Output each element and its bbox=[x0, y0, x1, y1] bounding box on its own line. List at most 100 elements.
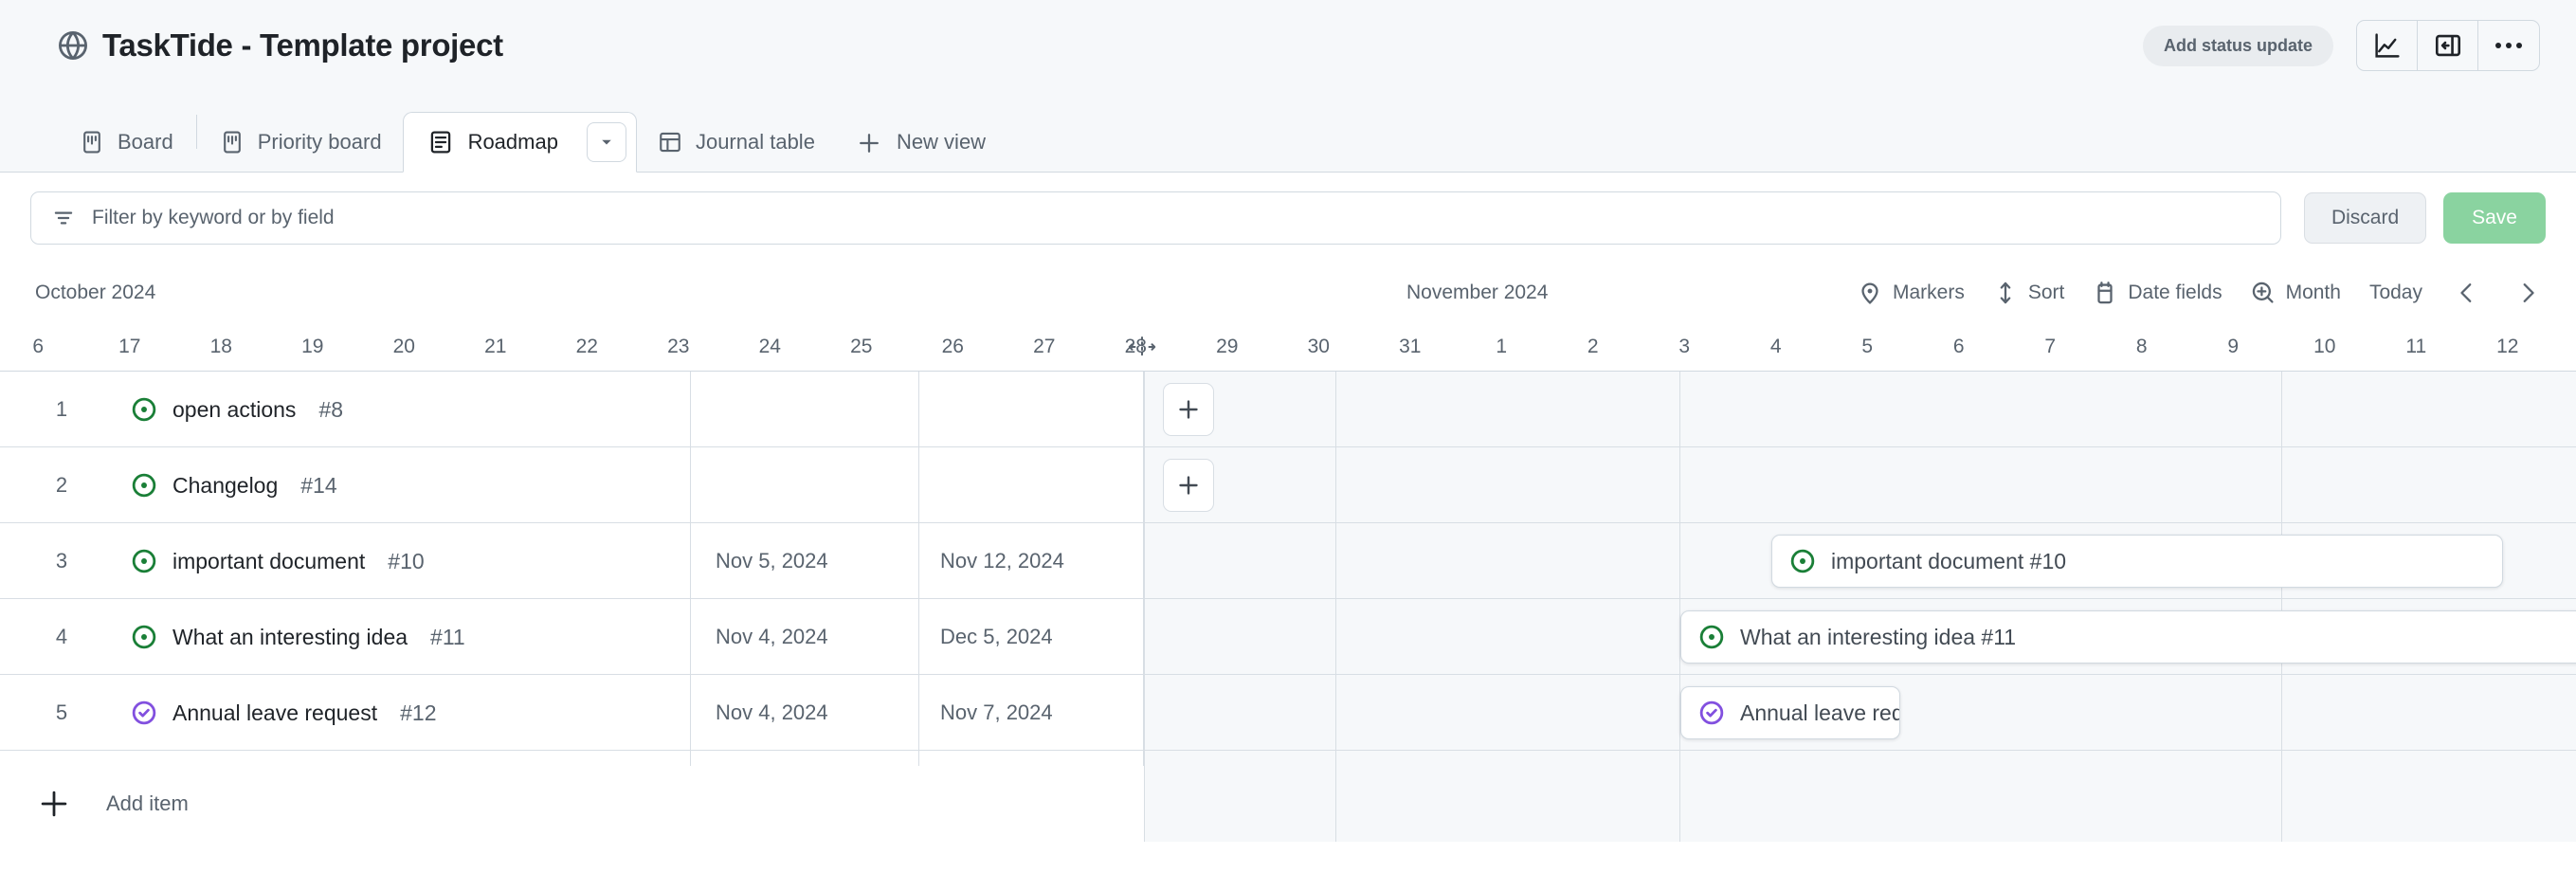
roadmap-app: TaskTide - Template project Add status u… bbox=[0, 0, 2576, 891]
plus-icon bbox=[857, 130, 881, 155]
timeline-toolbar: October 2024 November 2024 Markers Sort … bbox=[0, 264, 2576, 322]
save-button[interactable]: Save bbox=[2443, 192, 2546, 244]
add-date-button[interactable] bbox=[1163, 383, 1214, 436]
row-issue-number: #12 bbox=[400, 700, 437, 725]
next-period-button[interactable] bbox=[2500, 273, 2555, 313]
zoom-level-button[interactable]: Month bbox=[2240, 273, 2352, 313]
row-number: 5 bbox=[55, 700, 68, 724]
calendar-icon bbox=[2093, 281, 2117, 305]
tab-label: Journal table bbox=[695, 130, 815, 154]
table-row[interactable]: 1 open actions #8 bbox=[0, 372, 1144, 447]
side-panel-icon[interactable] bbox=[2418, 21, 2478, 70]
tab-label: Priority board bbox=[257, 130, 382, 154]
day-label: 30 bbox=[1307, 336, 1330, 357]
row-start-date[interactable]: Nov 4, 2024 bbox=[716, 599, 828, 675]
add-status-update-button[interactable]: Add status update bbox=[2142, 25, 2333, 66]
day-label: 31 bbox=[1399, 336, 1422, 357]
day-label: 10 bbox=[2313, 336, 2336, 357]
row-issue-number: #11 bbox=[430, 624, 465, 649]
prev-period-button[interactable] bbox=[2440, 273, 2494, 313]
board-icon bbox=[220, 130, 245, 155]
header-button-group bbox=[2356, 20, 2540, 71]
issue-open-icon bbox=[131, 548, 157, 574]
day-label: 2 bbox=[1587, 336, 1599, 357]
row-issue-number: #10 bbox=[388, 548, 425, 573]
markers-label: Markers bbox=[1893, 282, 1965, 303]
header-actions: Add status update bbox=[2142, 20, 2540, 71]
add-item-label: Add item bbox=[106, 791, 189, 815]
table-row[interactable]: 4 What an interesting idea #11 Nov 4, 20… bbox=[0, 599, 1144, 675]
row-end-date[interactable]: Dec 5, 2024 bbox=[940, 599, 1053, 675]
day-label: 6 bbox=[1952, 336, 1965, 357]
view-tabs: Board Priority board Roadmap Journal tab… bbox=[0, 91, 2576, 173]
timeline-gridline bbox=[2281, 372, 2282, 842]
board-icon bbox=[80, 130, 104, 155]
row-end-date[interactable]: Nov 12, 2024 bbox=[940, 523, 1064, 599]
issue-closed-done-icon bbox=[131, 700, 157, 726]
day-label: 22 bbox=[575, 336, 598, 357]
zoom-level-label: Month bbox=[2285, 282, 2341, 303]
timeline-bar-interesting-idea[interactable]: What an interesting idea #11 bbox=[1680, 610, 2576, 664]
filter-input-wrapper[interactable] bbox=[30, 191, 2281, 245]
day-label: 12 bbox=[2496, 336, 2519, 357]
table-row[interactable]: 2 Changelog #14 bbox=[0, 447, 1144, 523]
sort-button[interactable]: Sort bbox=[1982, 273, 2077, 313]
add-date-button[interactable] bbox=[1163, 459, 1214, 512]
row-start-date[interactable]: Nov 5, 2024 bbox=[716, 523, 828, 599]
zoom-in-icon bbox=[2251, 281, 2276, 305]
app-header: TaskTide - Template project Add status u… bbox=[0, 0, 2576, 91]
column-resize-handle[interactable] bbox=[1128, 335, 1156, 359]
timeline-bar-label: Annual leave request #12 bbox=[1740, 700, 1899, 725]
row-start-date[interactable]: Nov 4, 2024 bbox=[716, 675, 828, 751]
tab-priority-board[interactable]: Priority board bbox=[199, 112, 403, 173]
globe-icon bbox=[59, 31, 87, 60]
day-label: 5 bbox=[1861, 336, 1874, 357]
timeline-bar-annual-leave[interactable]: Annual leave request #12 bbox=[1680, 686, 1900, 739]
day-label: 11 bbox=[2405, 336, 2427, 357]
timeline-rowline bbox=[1145, 522, 2576, 523]
issue-open-icon bbox=[131, 396, 157, 423]
day-label: 24 bbox=[758, 336, 781, 357]
row-number: 3 bbox=[55, 549, 68, 573]
filter-row: Discard Save bbox=[0, 173, 2576, 264]
search-input[interactable] bbox=[92, 207, 2259, 229]
day-label: 17 bbox=[118, 336, 141, 357]
tab-roadmap[interactable]: Roadmap bbox=[402, 112, 637, 173]
row-title-cell[interactable]: open actions #8 bbox=[131, 372, 343, 447]
row-title-cell[interactable]: What an interesting idea #11 bbox=[131, 599, 465, 675]
row-title-cell[interactable]: important document #10 bbox=[131, 523, 425, 599]
tab-divider bbox=[195, 114, 197, 149]
chevron-down-icon[interactable] bbox=[586, 122, 626, 162]
row-issue-number: #14 bbox=[300, 472, 337, 498]
table-row[interactable]: 5 Annual leave request #12 Nov 4, 2024 N… bbox=[0, 675, 1144, 751]
row-title-cell[interactable]: Annual leave request #12 bbox=[131, 675, 436, 751]
tab-new-view[interactable]: New view bbox=[836, 112, 1007, 173]
day-label: 9 bbox=[2227, 336, 2240, 357]
line-chart-icon[interactable] bbox=[2357, 21, 2418, 70]
day-header-row: 1312111098765432131302928272625242322212… bbox=[0, 322, 2576, 372]
day-label: 6 bbox=[32, 336, 45, 357]
kebab-dots bbox=[2495, 43, 2522, 48]
row-number: 1 bbox=[55, 397, 68, 421]
sort-label: Sort bbox=[2027, 282, 2065, 303]
row-end-date[interactable]: Nov 7, 2024 bbox=[940, 675, 1053, 751]
day-label: 29 bbox=[1216, 336, 1239, 357]
row-title: open actions bbox=[172, 396, 297, 422]
timeline-bar-important-document[interactable]: important document #10 bbox=[1771, 535, 2503, 588]
table-row[interactable]: 3 important document #10 Nov 5, 2024 Nov… bbox=[0, 523, 1144, 599]
location-pin-icon bbox=[1858, 281, 1882, 305]
sort-updown-icon bbox=[1993, 281, 2018, 305]
day-label: 23 bbox=[667, 336, 690, 357]
kebab-menu-icon[interactable] bbox=[2478, 21, 2539, 70]
discard-button[interactable]: Discard bbox=[2303, 192, 2427, 244]
issue-closed-done-icon bbox=[1698, 700, 1725, 726]
markers-button[interactable]: Markers bbox=[1846, 273, 1976, 313]
today-button[interactable]: Today bbox=[2358, 274, 2434, 312]
tab-board[interactable]: Board bbox=[59, 112, 194, 173]
row-title: What an interesting idea bbox=[172, 624, 408, 649]
add-item-row[interactable]: Add item bbox=[0, 766, 1144, 842]
tab-journal-table[interactable]: Journal table bbox=[637, 112, 836, 173]
date-fields-button[interactable]: Date fields bbox=[2081, 273, 2233, 313]
row-title-cell[interactable]: Changelog #14 bbox=[131, 447, 337, 523]
day-label: 4 bbox=[1769, 336, 1782, 357]
